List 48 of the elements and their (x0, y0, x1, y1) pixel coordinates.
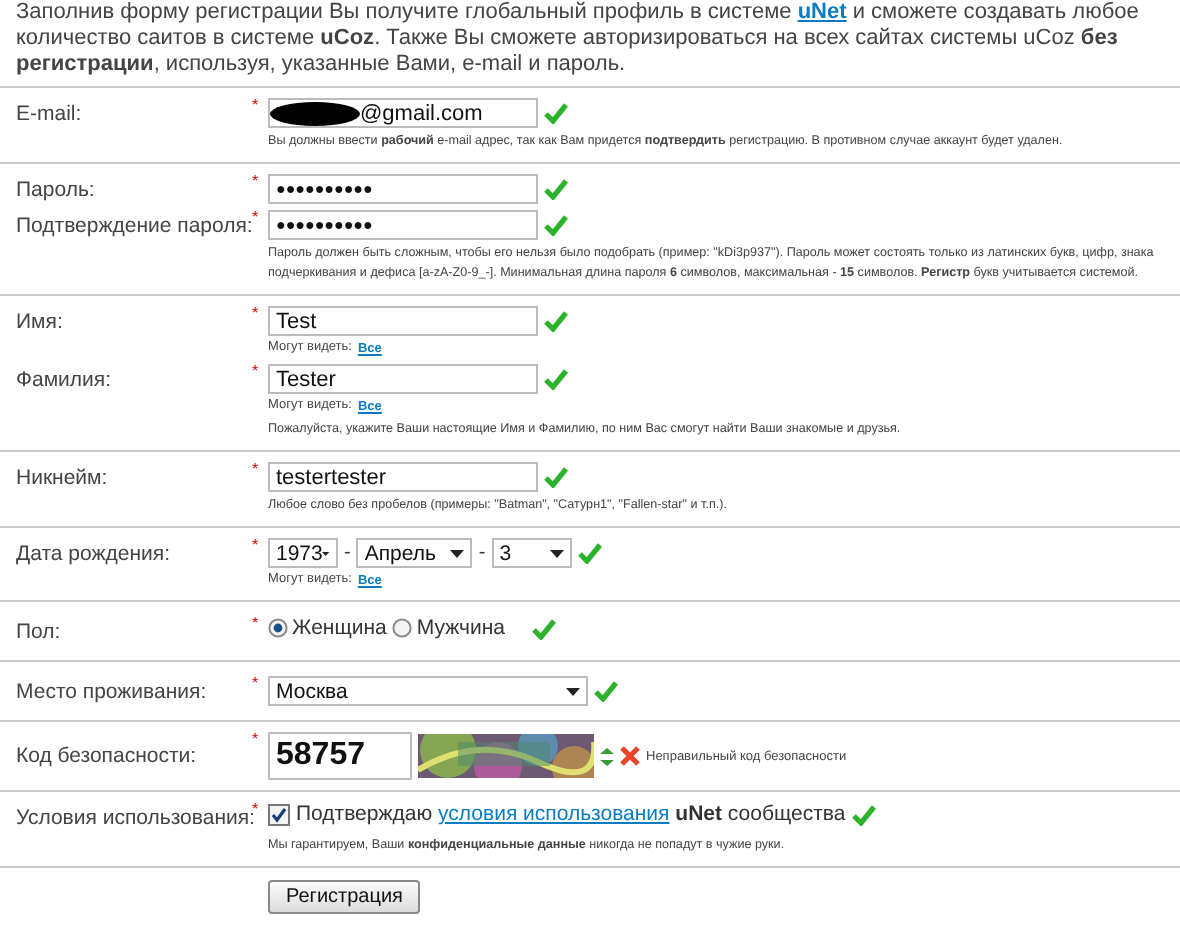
field-label: Никнейм: (14, 464, 110, 492)
field-label: Пол: (14, 618, 63, 646)
required-mark: * (252, 732, 261, 748)
field-label: Место проживания: (14, 678, 209, 706)
required-mark: * (252, 802, 261, 818)
dropdown[interactable]: 3 (491, 538, 572, 568)
required-mark: * (252, 616, 261, 632)
field-label: E-mail: (14, 100, 84, 128)
required-mark: * (252, 306, 261, 322)
register-button[interactable]: Регистрация (268, 880, 421, 914)
field-label: Условия использования: (14, 806, 252, 832)
input-field[interactable]: testertester (268, 462, 538, 492)
captcha-field[interactable]: 58757 (268, 732, 412, 780)
caret-icon (322, 549, 330, 557)
required-mark: * (252, 98, 261, 114)
radio-option[interactable]: Мужчина (392, 616, 505, 640)
required-mark: * (252, 538, 261, 554)
checkbox[interactable] (268, 803, 290, 825)
field-label: Подтверждение пароля: (14, 214, 252, 240)
terms-link[interactable]: условия использования (438, 802, 670, 826)
dropdown[interactable]: Апрель (356, 538, 473, 568)
unet-link[interactable]: uNet (797, 0, 847, 24)
dropdown[interactable]: 1973 (268, 538, 338, 568)
refresh-icon[interactable] (600, 747, 614, 765)
field-label: Дата рождения: (14, 540, 172, 568)
dropdown[interactable]: Москва (268, 676, 588, 706)
field-label: Имя: (14, 308, 65, 336)
intro-text: Заполнив форму регистрации Вы получите глобальный профиль в системе uNet и сможете создавать любое количество саитов в системе uCoz. Также Вы сможете авторизироваться на всех сайтах системы uCoz без регистрации, используя, указанные Вами, e-mail и пароль. (14, 0, 1141, 80)
terms-text: Подтверждаю условия использования uNet сообщества (296, 802, 846, 826)
required-mark: * (252, 174, 261, 190)
required-mark: * (252, 210, 261, 226)
separator-text: - (344, 542, 351, 564)
caret-icon (566, 687, 580, 695)
password-field[interactable]: ●●●●●●●●●● (268, 174, 538, 204)
input-field[interactable]: Test (268, 306, 538, 336)
separator-text: - (478, 542, 486, 564)
password-field[interactable]: ●●●●●●●●●● (268, 210, 538, 240)
caret-icon (450, 549, 465, 557)
caret-icon (549, 549, 564, 557)
field-label: Код безопасности: (14, 742, 199, 770)
input-field[interactable]: @gmail.com (268, 98, 538, 128)
radio-option[interactable]: Женщина (268, 616, 387, 640)
field-label: Пароль: (14, 176, 97, 204)
required-mark: * (252, 462, 261, 478)
required-mark: * (252, 364, 261, 380)
input-field[interactable]: Tester (268, 364, 538, 394)
required-mark: * (252, 676, 261, 692)
field-label: Фамилия: (14, 366, 114, 394)
